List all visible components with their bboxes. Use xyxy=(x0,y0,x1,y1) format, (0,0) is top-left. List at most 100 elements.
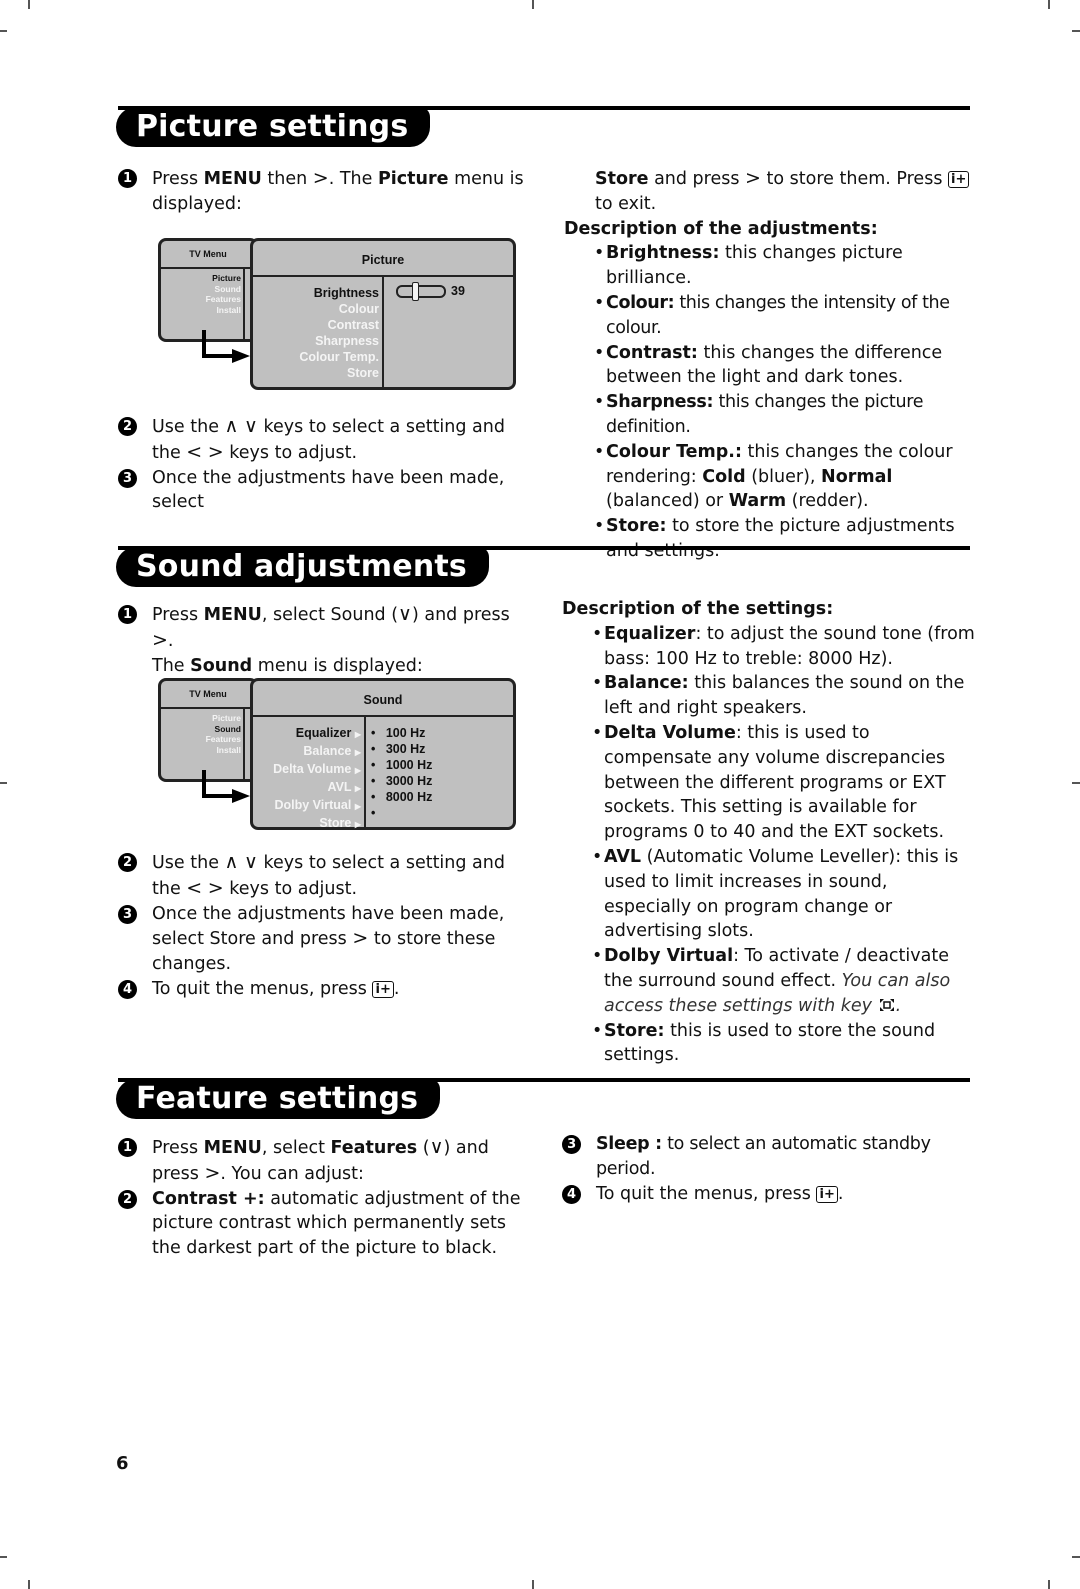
picture-step-3: 3 Once the adjustments have been made, s… xyxy=(118,466,528,516)
description-item: • Store: this is used to store the sound … xyxy=(592,1020,936,1066)
description-item: • Colour Temp.: this changes the colour r… xyxy=(594,441,953,512)
right-key-icon: > xyxy=(204,1161,221,1184)
description-item: • Sharpness: this changes the picture def… xyxy=(594,392,924,437)
crop-mark xyxy=(28,0,30,9)
arrow-right-icon: ▶ xyxy=(354,730,361,739)
info-key-icon: i+ xyxy=(948,171,970,188)
arrow-connector xyxy=(202,794,234,798)
menu-item-delta-volume[interactable]: Delta Volume ▶ xyxy=(273,761,361,779)
arrow-right-icon: ▶ xyxy=(354,766,361,775)
menu-item-colour-temp[interactable]: Colour Temp. xyxy=(299,349,379,365)
tv-menu-item-features[interactable]: Features xyxy=(206,294,241,305)
description-item: • AVL (Automatic Volume Leveller): this i… xyxy=(592,846,959,942)
sound-menu-diagram: TV Menu Picture Sound Features Install S… xyxy=(158,678,518,830)
picture-step-3-continued: Store and press > to store them. Press i… xyxy=(564,166,980,217)
tv-menu-item-install[interactable]: Install xyxy=(206,745,241,756)
crop-mark xyxy=(1048,1580,1050,1589)
equalizer-band[interactable]: • xyxy=(371,805,432,821)
tv-menu-item-sound[interactable]: Sound xyxy=(206,724,241,735)
menu-item-brightness[interactable]: Brightness xyxy=(299,285,379,301)
tv-menu-item-sound[interactable]: Sound xyxy=(206,284,241,295)
divider xyxy=(364,717,366,827)
picture-submenu-panel: Picture Brightness Colour Contrast Sharp… xyxy=(250,238,516,390)
tv-menu-label: TV Menu xyxy=(161,241,255,269)
step-number: 3 xyxy=(118,904,137,924)
left-key-icon: < xyxy=(186,876,203,899)
tv-menu-panel: TV Menu Picture Sound Features Install xyxy=(158,238,258,342)
brightness-slider[interactable] xyxy=(396,282,446,301)
menu-item-equalizer[interactable]: Equalizer ▶ xyxy=(273,725,361,743)
right-key-icon: > xyxy=(312,167,329,189)
arrow-right-icon xyxy=(232,789,250,803)
brightness-value: 39 xyxy=(451,284,465,298)
sound-right-column: Description of the settings: • Equalizer:… xyxy=(562,597,980,1068)
section-title-features: Feature settings xyxy=(116,1079,441,1119)
description-item: • Store: to store the picture adjustments… xyxy=(594,516,955,561)
surround-key-icon xyxy=(878,996,896,1012)
picture-right-column: Store and press > to store them. Press i… xyxy=(564,166,980,564)
equalizer-band[interactable]: • 3000 Hz xyxy=(371,773,432,789)
equalizer-band[interactable]: • 300 Hz xyxy=(371,741,432,757)
picture-step-2: 2 Use the ∧ ∨ keys to select a setting a… xyxy=(118,414,528,466)
down-key-icon: ∨ xyxy=(244,851,258,873)
menu-item-balance[interactable]: Balance ▶ xyxy=(273,743,361,761)
right-key-icon: > xyxy=(207,440,224,463)
left-key-icon: < xyxy=(186,440,203,463)
menu-item-contrast[interactable]: Contrast xyxy=(299,317,379,333)
step-number: 1 xyxy=(118,605,137,624)
sound-step-3: 3 Once the adjustments have been made, s… xyxy=(118,902,533,977)
menu-item-sharpness[interactable]: Sharpness xyxy=(299,333,379,349)
sound-left-column: 1 Press MENU, select Sound (∨) and press… xyxy=(118,602,528,678)
crop-mark xyxy=(28,1580,30,1589)
menu-item-store[interactable]: Store xyxy=(299,365,379,381)
crop-mark xyxy=(0,782,7,784)
menu-item-store[interactable]: Store ▶ xyxy=(273,815,361,833)
picture-menu-diagram: TV Menu Picture Sound Features Install P… xyxy=(158,238,518,390)
right-key-icon: > xyxy=(352,927,369,950)
equalizer-band[interactable]: • 1000 Hz xyxy=(371,757,432,773)
crop-mark xyxy=(1072,30,1080,32)
arrow-connector xyxy=(202,354,234,358)
tv-menu-items: Picture Sound Features Install xyxy=(206,273,241,315)
tv-menu-items: Picture Sound Features Install xyxy=(206,713,241,755)
right-key-icon: > xyxy=(745,167,761,189)
info-key-icon: i+ xyxy=(816,1185,838,1203)
menu-item-dolby-virtual[interactable]: Dolby Virtual ▶ xyxy=(273,797,361,815)
crop-mark xyxy=(0,30,7,32)
description-item: • Contrast: this changes the difference b… xyxy=(594,342,943,388)
tv-menu-item-picture[interactable]: Picture xyxy=(206,273,241,284)
arrow-right-icon: ▶ xyxy=(354,784,361,793)
menu-item-avl[interactable]: AVL ▶ xyxy=(273,779,362,797)
slider-thumb[interactable] xyxy=(412,282,419,301)
equalizer-band[interactable]: • 8000 Hz xyxy=(371,789,432,805)
menu-item-colour[interactable]: Colour xyxy=(299,301,379,317)
arrow-right-icon: ▶ xyxy=(354,820,361,829)
divider xyxy=(243,709,245,779)
divider xyxy=(382,277,384,387)
tv-menu-item-install[interactable]: Install xyxy=(206,305,241,316)
arrow-right-icon: ▶ xyxy=(354,802,361,811)
step-number: 2 xyxy=(118,1189,137,1209)
submenu-header: Sound xyxy=(253,681,513,717)
down-key-icon: ∨ xyxy=(244,415,258,437)
features-left-column: 1 Press MENU, select Features (∨) and pr… xyxy=(118,1135,528,1261)
picture-left-column: 1 Press MENU then >. The Picture menu is… xyxy=(118,166,528,217)
equalizer-band[interactable]: • 100 Hz xyxy=(371,725,432,741)
step-number: 1 xyxy=(118,1138,137,1157)
step-number: 4 xyxy=(562,1184,581,1204)
page-number: 6 xyxy=(116,1453,129,1474)
step-number: 2 xyxy=(118,417,137,436)
sound-step-4: 4 To quit the menus, press i+. xyxy=(118,977,533,1002)
crop-mark xyxy=(0,1556,7,1558)
tv-menu-item-picture[interactable]: Picture xyxy=(206,713,241,724)
step-number: 3 xyxy=(562,1135,581,1154)
sound-submenu-panel: Sound Equalizer ▶ Balance ▶ Delta Volume… xyxy=(250,678,516,830)
crop-mark xyxy=(1048,0,1050,9)
picture-step-1: 1 Press MENU then >. The Picture menu is… xyxy=(118,166,528,217)
tv-menu-item-features[interactable]: Features xyxy=(206,734,241,745)
equalizer-values: • 100 Hz • 300 Hz • 1000 Hz • 3000 Hz • … xyxy=(371,725,432,821)
up-key-icon: ∧ xyxy=(224,851,239,873)
description-item: • Balance: this balances the sound on the… xyxy=(592,673,965,719)
down-key-icon: ∨ xyxy=(398,603,412,625)
description-item: • Dolby Virtual: To activate / deactivate… xyxy=(592,946,951,1016)
